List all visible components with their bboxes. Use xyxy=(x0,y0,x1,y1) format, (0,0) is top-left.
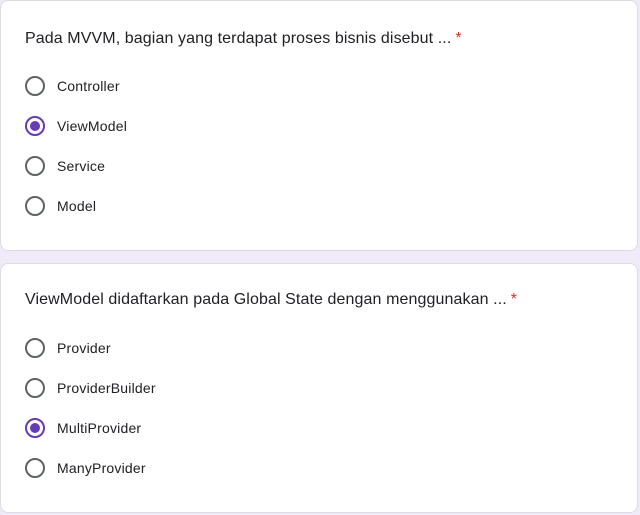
option-label: Model xyxy=(57,198,97,214)
radio-button[interactable] xyxy=(25,156,45,176)
question-card-2: ViewModel didaftarkan pada Global State … xyxy=(0,263,638,513)
radio-option-provider[interactable]: Provider xyxy=(25,336,111,360)
radio-button-selected[interactable] xyxy=(25,116,45,136)
radio-option-service[interactable]: Service xyxy=(25,154,105,178)
option-label: Provider xyxy=(57,340,111,356)
radio-option-multiprovider[interactable]: MultiProvider xyxy=(25,416,141,440)
radio-option-providerbuilder[interactable]: ProviderBuilder xyxy=(25,376,156,400)
question-card-1: Pada MVVM, bagian yang terdapat proses b… xyxy=(0,0,638,251)
radio-option-controller[interactable]: Controller xyxy=(25,74,120,98)
radio-option-viewmodel[interactable]: ViewModel xyxy=(25,114,127,138)
option-label: MultiProvider xyxy=(57,420,142,436)
question-title: Pada MVVM, bagian yang terdapat proses b… xyxy=(25,27,462,51)
radio-button[interactable] xyxy=(25,338,45,358)
option-label: Service xyxy=(57,158,106,174)
radio-button[interactable] xyxy=(25,76,45,96)
radio-button-selected[interactable] xyxy=(25,418,45,438)
required-asterisk: * xyxy=(455,30,462,47)
question-title-text: Pada MVVM, bagian yang terdapat proses b… xyxy=(25,30,452,47)
question-title-text: ViewModel didaftarkan pada Global State … xyxy=(25,291,507,308)
question-title: ViewModel didaftarkan pada Global State … xyxy=(25,288,517,312)
option-label: ViewModel xyxy=(57,118,128,134)
option-label: ProviderBuilder xyxy=(57,380,156,396)
option-label: ManyProvider xyxy=(57,460,146,476)
radio-button[interactable] xyxy=(25,196,45,216)
option-label: Controller xyxy=(57,78,120,94)
required-asterisk: * xyxy=(510,291,518,308)
radio-option-model[interactable]: Model xyxy=(25,194,96,218)
radio-button[interactable] xyxy=(25,378,45,398)
radio-option-manyprovider[interactable]: ManyProvider xyxy=(25,456,146,480)
radio-button[interactable] xyxy=(25,458,45,478)
